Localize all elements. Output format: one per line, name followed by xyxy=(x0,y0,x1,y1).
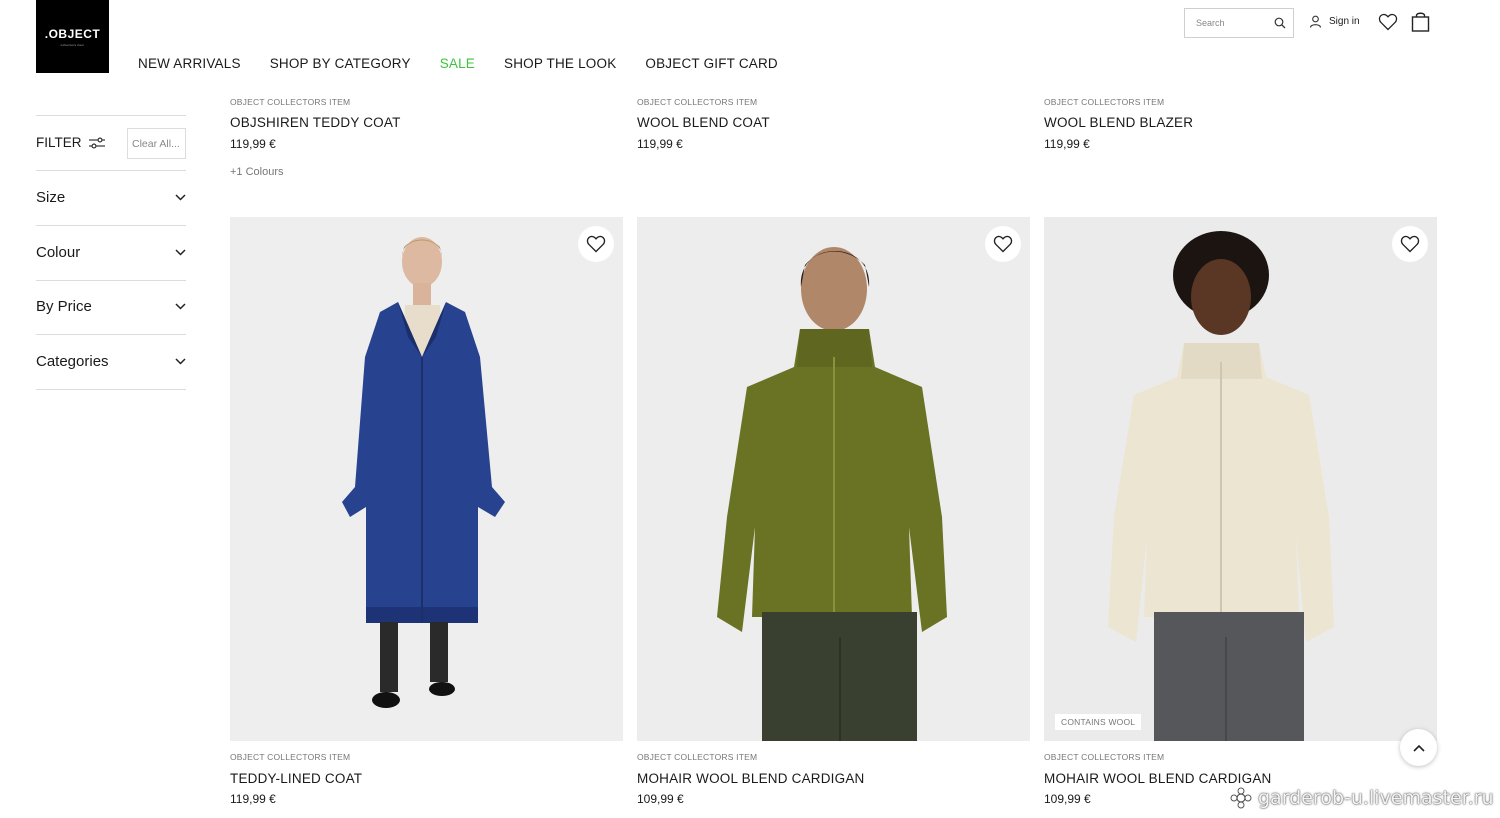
product-photo xyxy=(637,217,1030,741)
facet-label: Colour xyxy=(36,244,81,261)
nav-shop-the-look[interactable]: SHOP THE LOOK xyxy=(504,56,616,71)
facet-colour[interactable]: Colour xyxy=(36,244,186,261)
logo-text: .OBJECT xyxy=(44,26,101,41)
product-price: 109,99 € xyxy=(637,792,684,806)
nav-new-arrivals[interactable]: NEW ARRIVALS xyxy=(138,56,241,71)
heart-icon xyxy=(993,235,1013,253)
watermark: garderob-u.livemaster.ru xyxy=(1230,787,1494,809)
search-placeholder: Search xyxy=(1196,18,1225,28)
add-to-wishlist-button[interactable] xyxy=(985,226,1021,262)
product-photo xyxy=(230,217,623,741)
divider xyxy=(36,225,186,226)
product-brand: OBJECT COLLECTORS ITEM xyxy=(230,752,351,762)
facet-label: By Price xyxy=(36,298,92,315)
nav-sale[interactable]: SALE xyxy=(440,56,475,71)
product-price: 109,99 € xyxy=(1044,792,1091,806)
product-name[interactable]: TEDDY-LINED COAT xyxy=(230,771,362,786)
wishlist-icon[interactable] xyxy=(1378,12,1398,37)
product-name[interactable]: MOHAIR WOOL BLEND CARDIGAN xyxy=(1044,771,1271,786)
divider xyxy=(36,389,186,390)
product-brand: OBJECT COLLECTORS ITEM xyxy=(1044,97,1165,107)
nav-gift-card[interactable]: OBJECT GIFT CARD xyxy=(645,56,777,71)
product-name[interactable]: WOOL BLEND COAT xyxy=(637,115,770,130)
search-icon[interactable] xyxy=(1274,17,1286,29)
add-to-wishlist-button[interactable] xyxy=(578,226,614,262)
product-colours[interactable]: +1 Colours xyxy=(230,166,284,178)
watermark-text: garderob-u.livemaster.ru xyxy=(1258,787,1494,809)
facet-price[interactable]: By Price xyxy=(36,298,186,315)
filter-label: FILTER xyxy=(36,135,82,150)
user-icon xyxy=(1309,15,1322,28)
product-name[interactable]: MOHAIR WOOL BLEND CARDIGAN xyxy=(637,771,864,786)
search-input[interactable]: Search xyxy=(1184,8,1294,38)
divider xyxy=(36,170,186,171)
chevron-up-icon xyxy=(1412,744,1425,752)
filter-toggle[interactable]: FILTER xyxy=(36,135,105,150)
divider xyxy=(36,115,186,116)
sliders-icon xyxy=(88,137,105,148)
add-to-wishlist-button[interactable] xyxy=(1392,226,1428,262)
chevron-down-icon xyxy=(175,358,186,365)
product-brand: OBJECT COLLECTORS ITEM xyxy=(637,752,758,762)
facet-categories[interactable]: Categories xyxy=(36,353,186,370)
flower-icon xyxy=(1230,787,1252,809)
facet-size[interactable]: Size xyxy=(36,189,186,206)
product-photo xyxy=(1044,217,1437,741)
facet-label: Size xyxy=(36,189,66,206)
chevron-down-icon xyxy=(175,303,186,310)
product-name[interactable]: WOOL BLEND BLAZER xyxy=(1044,115,1193,130)
product-brand: OBJECT COLLECTORS ITEM xyxy=(637,97,758,107)
product-price: 119,99 € xyxy=(230,792,276,806)
product-price: 119,99 € xyxy=(1044,137,1090,151)
divider xyxy=(36,334,186,335)
main-nav: NEW ARRIVALS SHOP BY CATEGORY SALE SHOP … xyxy=(138,56,807,71)
shopping-bag-icon[interactable] xyxy=(1411,11,1430,37)
nav-shop-by-category[interactable]: SHOP BY CATEGORY xyxy=(270,56,411,71)
product-name[interactable]: OBJSHIREN TEDDY COAT xyxy=(230,115,401,130)
facet-label: Categories xyxy=(36,353,109,370)
heart-icon xyxy=(1400,235,1420,253)
product-price: 119,99 € xyxy=(637,137,683,151)
product-tag: CONTAINS WOOL xyxy=(1055,714,1142,730)
product-brand: OBJECT COLLECTORS ITEM xyxy=(1044,752,1165,762)
logo-subtitle: collectors item xyxy=(60,42,85,47)
chevron-down-icon xyxy=(175,249,186,256)
divider xyxy=(36,280,186,281)
product-brand: OBJECT COLLECTORS ITEM xyxy=(230,97,351,107)
product-image[interactable] xyxy=(637,217,1030,741)
sign-in-label: Sign in xyxy=(1329,16,1360,27)
product-price: 119,99 € xyxy=(230,137,276,151)
scroll-to-top-button[interactable] xyxy=(1400,729,1437,766)
product-image[interactable]: CONTAINS WOOL xyxy=(1044,217,1437,741)
clear-all-button[interactable]: Clear All... xyxy=(127,128,186,159)
sign-in-link[interactable]: Sign in xyxy=(1309,15,1360,28)
heart-icon xyxy=(586,235,606,253)
brand-logo[interactable]: .OBJECT collectors item xyxy=(36,0,109,73)
product-image[interactable] xyxy=(230,217,623,741)
chevron-down-icon xyxy=(175,194,186,201)
